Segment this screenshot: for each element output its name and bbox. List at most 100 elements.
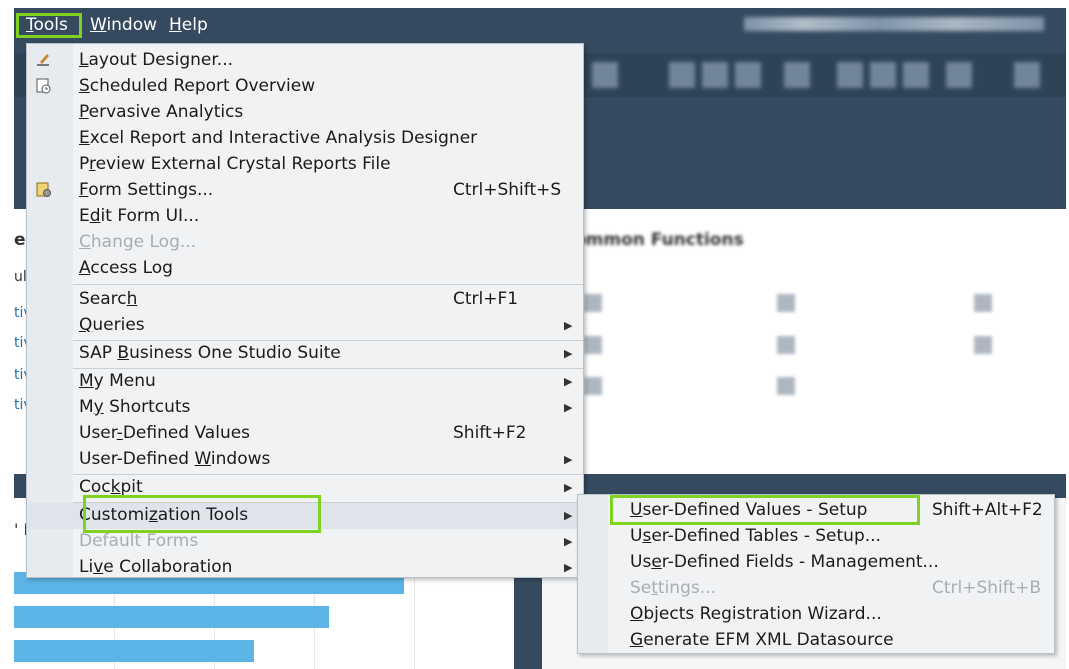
form-settings-icon — [36, 182, 51, 197]
menu-item-layout-designer[interactable]: Layout Designer... — [27, 48, 583, 74]
function-icon[interactable] — [974, 336, 992, 354]
submenu-item-label: Generate EFM XML Datasource — [630, 630, 894, 650]
toolbar-button[interactable] — [837, 62, 863, 88]
submenu-arrow-icon: ▶ — [564, 535, 573, 548]
menu-item-label: Queries — [79, 315, 145, 335]
function-icon[interactable] — [777, 336, 795, 354]
menu-item-queries[interactable]: Queries ▶ — [27, 313, 583, 339]
menu-item-studio-suite[interactable]: SAP Business One Studio Suite ▶ — [27, 341, 583, 367]
menu-item-label: My Menu — [79, 371, 156, 391]
submenu-arrow-icon: ▶ — [564, 561, 573, 574]
submenu-arrow-icon: ▶ — [564, 453, 573, 466]
submenu-arrow-icon: ▶ — [564, 319, 573, 332]
menu-item-label: Edit Form UI... — [79, 206, 200, 226]
submenu-item-udf-management[interactable]: User-Defined Fields - Management... — [578, 550, 1054, 576]
menu-item-label: Change Log... — [79, 232, 197, 252]
menu-item-shortcut: Shift+F2 — [453, 423, 527, 443]
submenu-item-shortcut: Shift+Alt+F2 — [932, 500, 1043, 520]
menu-item-label: Live Collaboration — [79, 557, 233, 577]
tools-dropdown-menu: Layout Designer... Scheduled Report Over… — [26, 43, 584, 578]
menubar: Tools Window Help — [14, 8, 1066, 43]
menu-item-label: User-Defined Values — [79, 423, 251, 443]
chart-bar — [14, 606, 329, 628]
function-icon[interactable] — [584, 294, 602, 312]
menu-item-label: Preview External Crystal Reports File — [79, 154, 391, 174]
customization-tools-submenu: User-Defined Values - Setup Shift+Alt+F2… — [577, 494, 1055, 654]
toolbar-button[interactable] — [870, 62, 896, 88]
toolbar-button[interactable] — [735, 62, 761, 88]
left-link: ul — [14, 269, 27, 285]
submenu-arrow-icon: ▶ — [564, 401, 573, 414]
menu-tools[interactable]: Tools — [16, 13, 82, 38]
pencil-icon — [37, 54, 49, 66]
toolbar-button[interactable] — [1014, 62, 1040, 88]
menu-item-shortcut: Ctrl+F1 — [453, 289, 519, 309]
function-icon[interactable] — [584, 336, 602, 354]
menu-item-user-defined-windows[interactable]: User-Defined Windows ▶ — [27, 447, 583, 473]
menu-item-my-menu[interactable]: My Menu ▶ — [27, 369, 583, 395]
submenu-arrow-icon: ▶ — [564, 509, 573, 522]
submenu-arrow-icon: ▶ — [564, 347, 573, 360]
toolbar-button[interactable] — [784, 62, 810, 88]
menu-item-scheduled-report-overview[interactable]: Scheduled Report Overview — [27, 74, 583, 100]
submenu-item-shortcut: Ctrl+Shift+B — [932, 578, 1042, 598]
function-icon[interactable] — [974, 294, 992, 312]
menu-item-my-shortcuts[interactable]: My Shortcuts ▶ — [27, 395, 583, 421]
menu-item-label: Access Log — [79, 258, 173, 278]
toolbar-button[interactable] — [946, 62, 972, 88]
menu-item-label: SAP Business One Studio Suite — [79, 343, 341, 363]
submenu-item-label: User-Defined Tables - Setup... — [630, 526, 881, 546]
menu-item-preview-crystal-reports[interactable]: Preview External Crystal Reports File — [27, 152, 583, 178]
submenu-item-label: User-Defined Fields - Management... — [630, 552, 939, 572]
menu-tools-label: ools — [33, 15, 68, 35]
menu-item-access-log[interactable]: Access Log — [27, 256, 583, 282]
customization-tools-highlight — [83, 495, 321, 533]
chart-bar — [14, 640, 254, 662]
window-title-blurred — [744, 17, 1044, 31]
udv-setup-highlight — [610, 495, 920, 525]
function-icon[interactable] — [584, 377, 602, 395]
common-functions-header: ommon Functions — [574, 230, 744, 250]
menu-item-label: Form Settings... — [79, 180, 214, 200]
submenu-arrow-icon: ▶ — [564, 375, 573, 388]
menu-item-label: User-Defined Windows — [79, 449, 271, 469]
submenu-item-label: Settings... — [630, 578, 716, 598]
menu-item-label: Cockpit — [79, 477, 143, 497]
menu-help[interactable]: Help — [165, 13, 212, 38]
menu-item-change-log: Change Log... — [27, 230, 583, 256]
function-icon[interactable] — [777, 377, 795, 395]
menu-item-shortcut: Ctrl+Shift+S — [453, 180, 562, 200]
menu-item-label: Scheduled Report Overview — [79, 76, 316, 96]
menu-item-label: My Shortcuts — [79, 397, 191, 417]
menu-item-live-collaboration[interactable]: Live Collaboration ▶ — [27, 555, 583, 581]
menu-item-pervasive-analytics[interactable]: Pervasive Analytics — [27, 100, 583, 126]
report-schedule-icon — [36, 78, 51, 94]
menu-item-label: Search — [79, 289, 138, 309]
submenu-item-generate-efm-xml[interactable]: Generate EFM XML Datasource — [578, 628, 1054, 654]
app-window: Tools Window Help e ommon Functions ul t… — [14, 8, 1066, 669]
toolbar-button[interactable] — [903, 62, 929, 88]
menu-item-label: Default Forms — [79, 531, 199, 551]
toolbar-button[interactable] — [702, 62, 728, 88]
menu-item-label: Excel Report and Interactive Analysis De… — [79, 128, 478, 148]
toolbar-button[interactable] — [592, 62, 618, 88]
menu-window[interactable]: Window — [86, 13, 161, 38]
menu-item-search[interactable]: Search Ctrl+F1 — [27, 287, 583, 313]
menu-separator — [73, 284, 583, 285]
menu-item-excel-report-designer[interactable]: Excel Report and Interactive Analysis De… — [27, 126, 583, 152]
submenu-item-udt-setup[interactable]: User-Defined Tables - Setup... — [578, 524, 1054, 550]
menu-window-accel: W — [90, 15, 107, 35]
submenu-item-objects-registration-wizard[interactable]: Objects Registration Wizard... — [578, 602, 1054, 628]
menu-item-edit-form-ui[interactable]: Edit Form UI... — [27, 204, 583, 230]
menu-item-form-settings[interactable]: Form Settings... Ctrl+Shift+S — [27, 178, 583, 204]
menu-window-label: indow — [106, 15, 158, 35]
menu-tools-accel: T — [26, 15, 34, 35]
left-panel-header: e — [14, 230, 26, 250]
toolbar-button[interactable] — [669, 62, 695, 88]
menu-help-accel: H — [169, 15, 182, 35]
submenu-item-settings: Settings... Ctrl+Shift+B — [578, 576, 1054, 602]
menu-item-label: Pervasive Analytics — [79, 102, 244, 122]
menu-item-user-defined-values[interactable]: User-Defined Values Shift+F2 — [27, 421, 583, 447]
menu-help-label: elp — [181, 15, 208, 35]
function-icon[interactable] — [777, 294, 795, 312]
